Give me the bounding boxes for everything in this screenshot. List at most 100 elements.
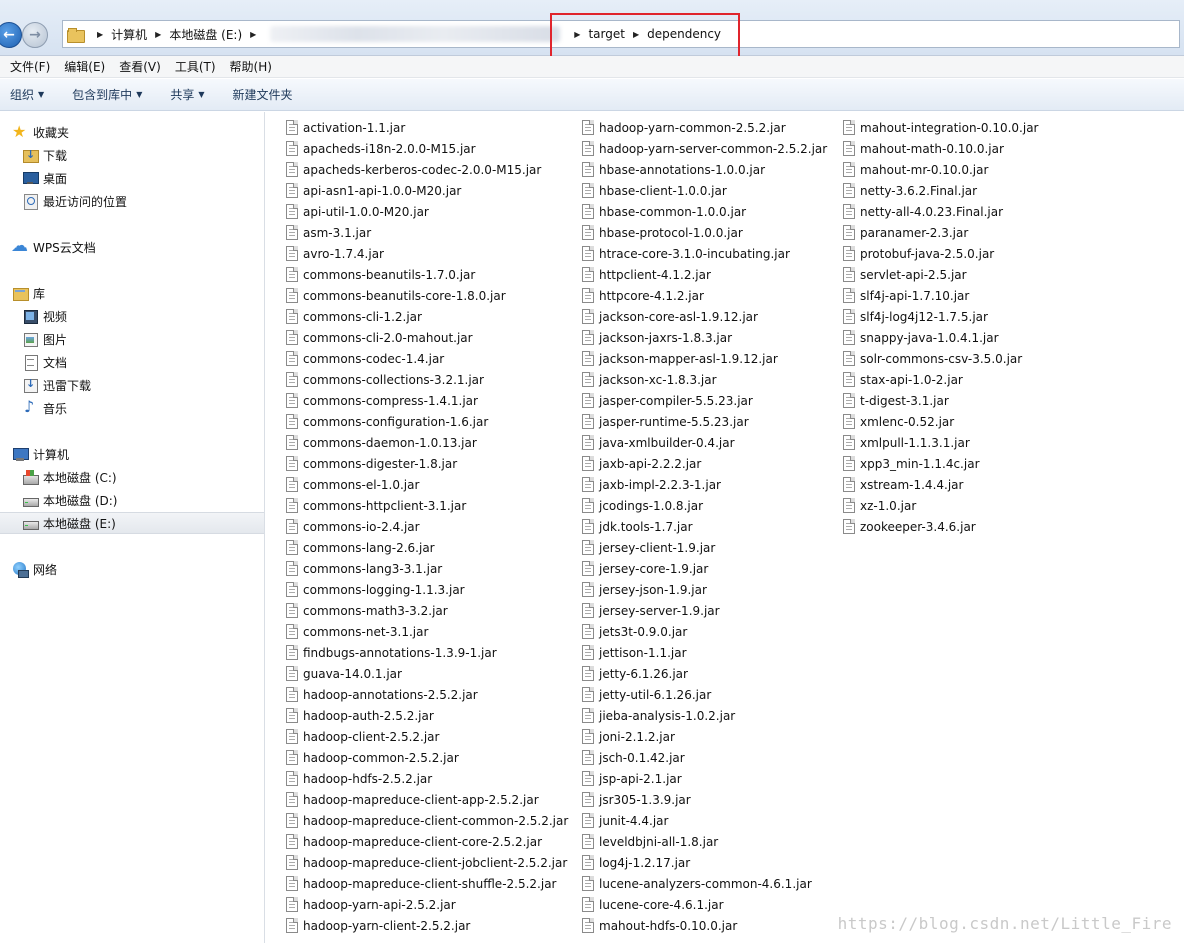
- menu-tools[interactable]: 工具(T): [175, 58, 216, 75]
- file-item[interactable]: jasper-runtime-5.5.23.jar: [582, 411, 827, 432]
- menu-file[interactable]: 文件(F): [10, 58, 50, 75]
- breadcrumb-separator[interactable]: ▶: [633, 30, 639, 39]
- file-item[interactable]: commons-configuration-1.6.jar: [286, 411, 568, 432]
- file-item[interactable]: hbase-annotations-1.0.0.jar: [582, 159, 827, 180]
- breadcrumb-dependency[interactable]: dependency: [647, 27, 721, 41]
- file-item[interactable]: jackson-mapper-asl-1.9.12.jar: [582, 348, 827, 369]
- file-item[interactable]: commons-math3-3.2.jar: [286, 600, 568, 621]
- file-item[interactable]: mahout-integration-0.10.0.jar: [843, 117, 1038, 138]
- sidebar-item-drive-e[interactable]: 本地磁盘 (E:): [0, 512, 264, 534]
- file-item[interactable]: httpclient-4.1.2.jar: [582, 264, 827, 285]
- file-item[interactable]: jsch-0.1.42.jar: [582, 747, 827, 768]
- file-item[interactable]: xmlenc-0.52.jar: [843, 411, 1038, 432]
- file-item[interactable]: jackson-core-asl-1.9.12.jar: [582, 306, 827, 327]
- sidebar-item-computer[interactable]: 计算机: [0, 443, 264, 465]
- sidebar-item-thunder-downloads[interactable]: 迅雷下载: [0, 374, 264, 396]
- file-item[interactable]: slf4j-api-1.7.10.jar: [843, 285, 1038, 306]
- file-item[interactable]: commons-beanutils-core-1.8.0.jar: [286, 285, 568, 306]
- menu-view[interactable]: 查看(V): [119, 58, 161, 75]
- file-item[interactable]: commons-net-3.1.jar: [286, 621, 568, 642]
- file-item[interactable]: jackson-jaxrs-1.8.3.jar: [582, 327, 827, 348]
- file-item[interactable]: commons-logging-1.1.3.jar: [286, 579, 568, 600]
- file-item[interactable]: xmlpull-1.1.3.1.jar: [843, 432, 1038, 453]
- file-item[interactable]: jcodings-1.0.8.jar: [582, 495, 827, 516]
- file-item[interactable]: hbase-common-1.0.0.jar: [582, 201, 827, 222]
- file-item[interactable]: jieba-analysis-1.0.2.jar: [582, 705, 827, 726]
- file-item[interactable]: hbase-protocol-1.0.0.jar: [582, 222, 827, 243]
- file-item[interactable]: commons-beanutils-1.7.0.jar: [286, 264, 568, 285]
- forward-arrow-icon[interactable]: →: [22, 22, 48, 48]
- file-item[interactable]: jersey-server-1.9.jar: [582, 600, 827, 621]
- file-item[interactable]: jets3t-0.9.0.jar: [582, 621, 827, 642]
- file-item[interactable]: commons-lang-2.6.jar: [286, 537, 568, 558]
- file-item[interactable]: hadoop-annotations-2.5.2.jar: [286, 684, 568, 705]
- file-item[interactable]: hadoop-hdfs-2.5.2.jar: [286, 768, 568, 789]
- breadcrumb-computer[interactable]: 计算机: [111, 26, 147, 43]
- file-item[interactable]: slf4j-log4j12-1.7.5.jar: [843, 306, 1038, 327]
- file-item[interactable]: mahout-mr-0.10.0.jar: [843, 159, 1038, 180]
- sidebar-item-videos[interactable]: 视频: [0, 305, 264, 327]
- file-item[interactable]: netty-3.6.2.Final.jar: [843, 180, 1038, 201]
- file-item[interactable]: snappy-java-1.0.4.1.jar: [843, 327, 1038, 348]
- sidebar-item-drive-d[interactable]: 本地磁盘 (D:): [0, 489, 264, 511]
- file-item[interactable]: hadoop-client-2.5.2.jar: [286, 726, 568, 747]
- file-item[interactable]: jetty-6.1.26.jar: [582, 663, 827, 684]
- file-item[interactable]: apacheds-kerberos-codec-2.0.0-M15.jar: [286, 159, 568, 180]
- file-item[interactable]: commons-cli-1.2.jar: [286, 306, 568, 327]
- breadcrumb-separator[interactable]: ▶: [250, 30, 256, 39]
- new-folder-button[interactable]: 新建文件夹: [233, 86, 293, 103]
- sidebar-item-favorites[interactable]: 收藏夹: [0, 121, 264, 143]
- file-item[interactable]: hadoop-common-2.5.2.jar: [286, 747, 568, 768]
- file-item[interactable]: commons-lang3-3.1.jar: [286, 558, 568, 579]
- file-item[interactable]: commons-cli-2.0-mahout.jar: [286, 327, 568, 348]
- file-item[interactable]: hbase-client-1.0.0.jar: [582, 180, 827, 201]
- sidebar-item-documents[interactable]: 文档: [0, 351, 264, 373]
- address-input[interactable]: ▶ 计算机 ▶ 本地磁盘 (E:) ▶ ▶ target ▶ dependenc…: [62, 20, 1180, 48]
- file-item[interactable]: findbugs-annotations-1.3.9-1.jar: [286, 642, 568, 663]
- file-item[interactable]: hadoop-auth-2.5.2.jar: [286, 705, 568, 726]
- file-item[interactable]: apacheds-i18n-2.0.0-M15.jar: [286, 138, 568, 159]
- file-item[interactable]: commons-el-1.0.jar: [286, 474, 568, 495]
- sidebar-item-downloads[interactable]: 下载: [0, 144, 264, 166]
- file-item[interactable]: netty-all-4.0.23.Final.jar: [843, 201, 1038, 222]
- file-item[interactable]: jettison-1.1.jar: [582, 642, 827, 663]
- file-item[interactable]: hadoop-mapreduce-client-core-2.5.2.jar: [286, 831, 568, 852]
- file-item[interactable]: leveldbjni-all-1.8.jar: [582, 831, 827, 852]
- file-item[interactable]: solr-commons-csv-3.5.0.jar: [843, 348, 1038, 369]
- file-item[interactable]: jsp-api-2.1.jar: [582, 768, 827, 789]
- breadcrumb-target[interactable]: target: [588, 27, 625, 41]
- file-item[interactable]: jaxb-api-2.2.2.jar: [582, 453, 827, 474]
- file-item[interactable]: hadoop-yarn-api-2.5.2.jar: [286, 894, 568, 915]
- include-library-button[interactable]: 包含到库中 ▼: [72, 86, 142, 103]
- file-item[interactable]: activation-1.1.jar: [286, 117, 568, 138]
- file-item[interactable]: jackson-xc-1.8.3.jar: [582, 369, 827, 390]
- file-item[interactable]: commons-collections-3.2.1.jar: [286, 369, 568, 390]
- file-item[interactable]: httpcore-4.1.2.jar: [582, 285, 827, 306]
- file-item[interactable]: hadoop-mapreduce-client-jobclient-2.5.2.…: [286, 852, 568, 873]
- file-item[interactable]: hadoop-mapreduce-client-app-2.5.2.jar: [286, 789, 568, 810]
- file-item[interactable]: avro-1.7.4.jar: [286, 243, 568, 264]
- breadcrumb-separator[interactable]: ▶: [155, 30, 161, 39]
- sidebar-item-pictures[interactable]: 图片: [0, 328, 264, 350]
- file-item[interactable]: commons-httpclient-3.1.jar: [286, 495, 568, 516]
- file-item[interactable]: mahout-math-0.10.0.jar: [843, 138, 1038, 159]
- file-item[interactable]: htrace-core-3.1.0-incubating.jar: [582, 243, 827, 264]
- file-item[interactable]: commons-digester-1.8.jar: [286, 453, 568, 474]
- file-item[interactable]: t-digest-3.1.jar: [843, 390, 1038, 411]
- sidebar-item-drive-c[interactable]: 本地磁盘 (C:): [0, 466, 264, 488]
- sidebar-item-wps-cloud[interactable]: WPS云文档: [0, 236, 264, 258]
- file-item[interactable]: jersey-core-1.9.jar: [582, 558, 827, 579]
- breadcrumb-separator[interactable]: ▶: [97, 30, 103, 39]
- file-item[interactable]: protobuf-java-2.5.0.jar: [843, 243, 1038, 264]
- menu-help[interactable]: 帮助(H): [230, 58, 272, 75]
- file-item[interactable]: java-xmlbuilder-0.4.jar: [582, 432, 827, 453]
- file-item[interactable]: commons-codec-1.4.jar: [286, 348, 568, 369]
- file-item[interactable]: servlet-api-2.5.jar: [843, 264, 1038, 285]
- file-item[interactable]: commons-io-2.4.jar: [286, 516, 568, 537]
- file-item[interactable]: jaxb-impl-2.2.3-1.jar: [582, 474, 827, 495]
- menu-edit[interactable]: 编辑(E): [64, 58, 105, 75]
- sidebar-item-desktop[interactable]: 桌面: [0, 167, 264, 189]
- file-item[interactable]: log4j-1.2.17.jar: [582, 852, 827, 873]
- file-item[interactable]: jsr305-1.3.9.jar: [582, 789, 827, 810]
- sidebar-item-music[interactable]: 音乐: [0, 397, 264, 419]
